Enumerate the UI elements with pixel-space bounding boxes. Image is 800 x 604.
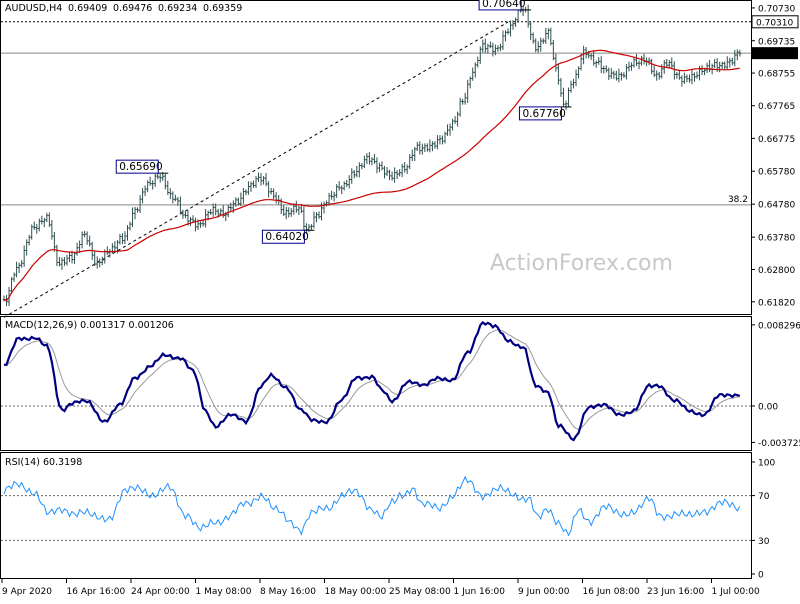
rsi-axis-label: 30: [758, 537, 770, 547]
macd-title: MACD(12,26,9) 0.001317 0.001206: [5, 320, 174, 331]
time-label: 1 Jun 16:00: [454, 587, 506, 597]
resistance-price-label: 0.70310: [756, 18, 793, 28]
fib-label: 38.2: [728, 195, 748, 205]
price-label: 0.63780: [758, 234, 795, 244]
header-open: 0.69409: [68, 3, 107, 14]
chart-window: ActionForex.com 38.2 0.008296 0.00 -0.0037…: [0, 0, 800, 600]
time-label: 25 May 08:00: [389, 587, 451, 597]
rsi-axis-label: 0: [758, 571, 764, 581]
macd-axis-label: 0.00: [758, 403, 778, 413]
header-high: 0.69476: [113, 3, 152, 14]
macd-axis-label: -0.003725: [758, 439, 800, 449]
header-close: 0.69359: [203, 3, 242, 14]
rsi-axis-label: 100: [758, 459, 775, 469]
time-label: 1 Jul 00:00: [712, 587, 761, 597]
symbol-title: AUDUSD,H4: [5, 3, 62, 14]
price-label: 0.66775: [758, 135, 795, 145]
price-label: 0.65780: [758, 168, 795, 178]
rsi-axis-label: 70: [758, 492, 770, 502]
header-low: 0.69234: [158, 3, 197, 14]
annotation-label: 0.67760: [522, 108, 565, 120]
watermark: ActionForex.com: [490, 251, 673, 276]
annotation-0.67760: 0.67760: [518, 106, 572, 121]
annotation-0.65690: 0.65690: [115, 159, 169, 174]
time-label: 9 Apr 2020: [2, 587, 52, 597]
price-label: 0.62800: [758, 266, 795, 276]
macd-axis-label: 0.008296: [758, 321, 800, 331]
price-header: AUDUSD,H4 0.69409 0.69476 0.69234 0.6935…: [5, 3, 242, 14]
price-label: 0.61820: [758, 298, 795, 308]
price-axis: 0.70730 0.70310 0.69735 0.69359 0.68755 0.677…: [751, 4, 799, 308]
time-label: 9 Jun 00:00: [518, 587, 570, 597]
time-label: 18 May 00:00: [325, 587, 387, 597]
price-label: 0.64780: [758, 201, 795, 211]
time-label: 16 Apr 16:00: [67, 587, 126, 597]
price-label: 0.68755: [758, 70, 795, 80]
current-price-label: 0.69359: [756, 50, 793, 60]
price-label: 0.70730: [758, 4, 795, 14]
annotation-label: 0.64020: [265, 231, 308, 243]
annotation-0.70640: 0.70640: [478, 0, 532, 11]
annotation-label: 0.65690: [119, 161, 162, 173]
time-label: 23 Jun 16:00: [647, 587, 704, 597]
price-label: 0.69735: [758, 37, 795, 47]
annotation-0.64020: 0.64020: [261, 229, 315, 244]
time-label: 8 May 16:00: [260, 587, 316, 597]
rsi-title: RSI(14) 60.3198: [5, 457, 82, 468]
price-label: 0.67765: [758, 102, 795, 112]
time-axis: 9 Apr 2020 16 Apr 16:00 24 Apr 00:00 1 May …: [1, 579, 761, 597]
time-label: 1 May 08:00: [196, 587, 252, 597]
annotation-label: 0.70640: [482, 0, 525, 10]
time-label: 16 Jun 08:00: [583, 587, 640, 597]
time-label: 24 Apr 00:00: [131, 587, 190, 597]
chart-canvas: ActionForex.com 38.2 0.008296 0.00 -0.0037…: [0, 0, 800, 597]
